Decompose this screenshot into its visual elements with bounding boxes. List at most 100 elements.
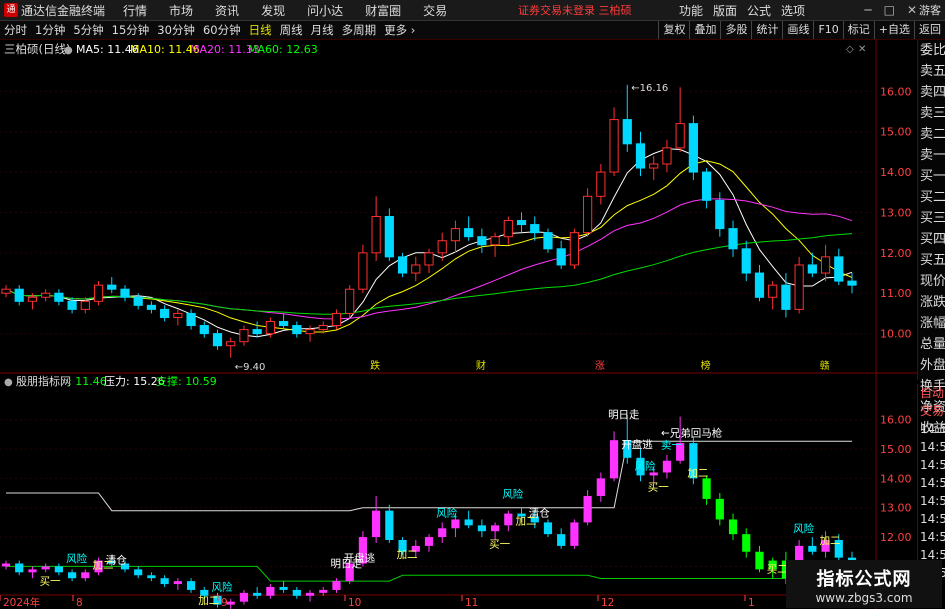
candle-body	[384, 216, 394, 258]
candle-body	[741, 248, 751, 274]
signal-label-13: 买一	[489, 538, 510, 550]
tool-mark[interactable]: 标记	[842, 21, 874, 39]
period-multi[interactable]: 多周期	[338, 22, 381, 38]
event-badge-1: 财	[476, 359, 486, 372]
menu-bar: 通 通达信金融终端 行情 市场 资讯 发现 问小达 财富圈 交易 证券交易未登录…	[0, 0, 945, 21]
x-label-3: 10	[348, 597, 361, 609]
tool-overlay[interactable]: 叠加	[689, 21, 720, 39]
menu-item-news[interactable]: 资讯	[215, 2, 239, 19]
period-monthly[interactable]: 月线	[307, 22, 338, 38]
sub-candle-body	[292, 589, 301, 596]
close-panel-icon[interactable]: ✕	[858, 44, 866, 55]
signal-label-2: 加二	[93, 560, 114, 572]
sidebar-item-12: 涨跌	[920, 295, 945, 310]
x-label-4: 11	[465, 597, 478, 609]
candle-body	[834, 256, 844, 282]
period-tick[interactable]: 分时	[0, 22, 31, 38]
candle-body	[609, 119, 619, 173]
candle-body	[715, 199, 725, 230]
sub-y-tick: 12.00	[880, 531, 912, 544]
sub-candle-body	[67, 572, 77, 579]
menu-item-ask[interactable]: 问小达	[307, 2, 343, 19]
period-1min[interactable]: 1分钟	[31, 22, 69, 38]
period-more[interactable]: 更多 ›	[380, 22, 419, 38]
candle-body	[212, 333, 223, 347]
x-label-0: 2024年	[3, 596, 40, 609]
ma60-label: MA60: 12.63	[248, 43, 318, 56]
trade-sidebar-item-7: 14:56	[920, 512, 945, 526]
login-warning[interactable]: 证券交易未登录 三柏硕	[518, 2, 632, 18]
sub-candle-body	[279, 587, 288, 590]
candle-body	[411, 264, 421, 274]
stock-short-name: 三柏硕	[598, 4, 632, 17]
signal-label-18: 买一	[648, 481, 669, 493]
minimize-icon[interactable]: ─	[864, 3, 871, 17]
sub-candle-body	[464, 519, 473, 526]
sub-y-tick: 14.00	[880, 472, 912, 485]
trade-sidebar-item-4: 14:56	[920, 458, 945, 472]
menu-item-quotes[interactable]: 行情	[123, 2, 147, 19]
candle-body	[318, 325, 328, 331]
sub-candle-body	[438, 528, 447, 538]
candle-body	[146, 304, 157, 310]
signal-label-22: 风险	[793, 522, 814, 535]
sidebar-item-8: 买三	[920, 211, 945, 226]
candle-body	[397, 256, 408, 274]
candle-body	[371, 216, 381, 254]
sub-candle-body	[583, 495, 592, 523]
menu-item-market[interactable]: 市场	[169, 2, 193, 19]
menu-layout[interactable]: 版面	[713, 2, 737, 19]
period-15min[interactable]: 15分钟	[108, 22, 154, 38]
period-daily[interactable]: 日线	[245, 22, 276, 38]
tool-add-watchlist[interactable]: +自选	[873, 21, 914, 39]
trade-sidebar-item-0[interactable]: 自动	[918, 384, 945, 402]
main-y-tick: 15.00	[880, 126, 912, 139]
chart-area[interactable]: 三柏硕(日线) ● MA5: 11.46 MA10: 11.46 MA20: 1…	[0, 39, 917, 609]
candle-body	[728, 228, 738, 250]
menu-item-discover[interactable]: 发现	[261, 2, 285, 19]
menu-options[interactable]: 选项	[781, 2, 805, 19]
trade-sidebar-item-2: 14:56	[920, 422, 945, 436]
sub-candle-body	[319, 589, 328, 593]
trade-sidebar-item-6: 14:56	[920, 494, 945, 508]
sub-candle-body	[332, 581, 341, 590]
period-5min[interactable]: 5分钟	[69, 22, 107, 38]
tool-multi-stock[interactable]: 多股	[720, 21, 751, 39]
close-icon[interactable]: ✕	[907, 3, 917, 17]
sidebar-item-5: 卖一	[920, 148, 945, 163]
period-weekly[interactable]: 周线	[276, 22, 307, 38]
candle-body	[794, 264, 804, 310]
sidebar-item-10: 买五	[920, 253, 945, 268]
sub-candle-body	[808, 545, 817, 552]
tool-f10[interactable]: F10	[813, 21, 842, 39]
menu-item-trade[interactable]: 交易	[423, 2, 447, 19]
candle-body	[450, 228, 461, 242]
chevron-right-icon: ›	[410, 23, 416, 37]
menu-function[interactable]: 功能	[679, 2, 703, 19]
menu-item-wealth[interactable]: 财富圈	[365, 2, 401, 19]
period-60min[interactable]: 60分钟	[199, 22, 245, 38]
sub-candle-body	[186, 581, 196, 590]
signal-label-14: 明日走	[608, 409, 640, 421]
ma-line-60	[5, 233, 853, 315]
period-30min[interactable]: 30分钟	[153, 22, 199, 38]
candle-body	[543, 232, 553, 250]
tool-stats[interactable]: 统计	[751, 21, 782, 39]
tool-draw[interactable]: 画线	[782, 21, 813, 39]
settings-icon[interactable]: ●	[64, 45, 73, 56]
candle-body	[292, 325, 302, 335]
trade-sidebar-item-1[interactable]: 交易	[918, 402, 945, 420]
candle-body	[688, 123, 698, 173]
menu-formula[interactable]: 公式	[747, 2, 771, 19]
sub-settings-icon[interactable]: ●	[4, 377, 13, 388]
maximize-icon[interactable]: □	[884, 3, 895, 17]
tool-adjust[interactable]: 复权	[658, 21, 689, 39]
app-logo-icon: 通	[4, 3, 18, 17]
diamond-icon[interactable]: ◇	[846, 44, 854, 55]
candle-body	[490, 236, 500, 246]
candle-body	[464, 228, 474, 238]
guest-label[interactable]: 游客	[919, 2, 941, 18]
event-badge-2: 涨	[595, 360, 605, 372]
candle-body	[820, 256, 831, 274]
tool-back[interactable]: 返回	[914, 21, 945, 39]
